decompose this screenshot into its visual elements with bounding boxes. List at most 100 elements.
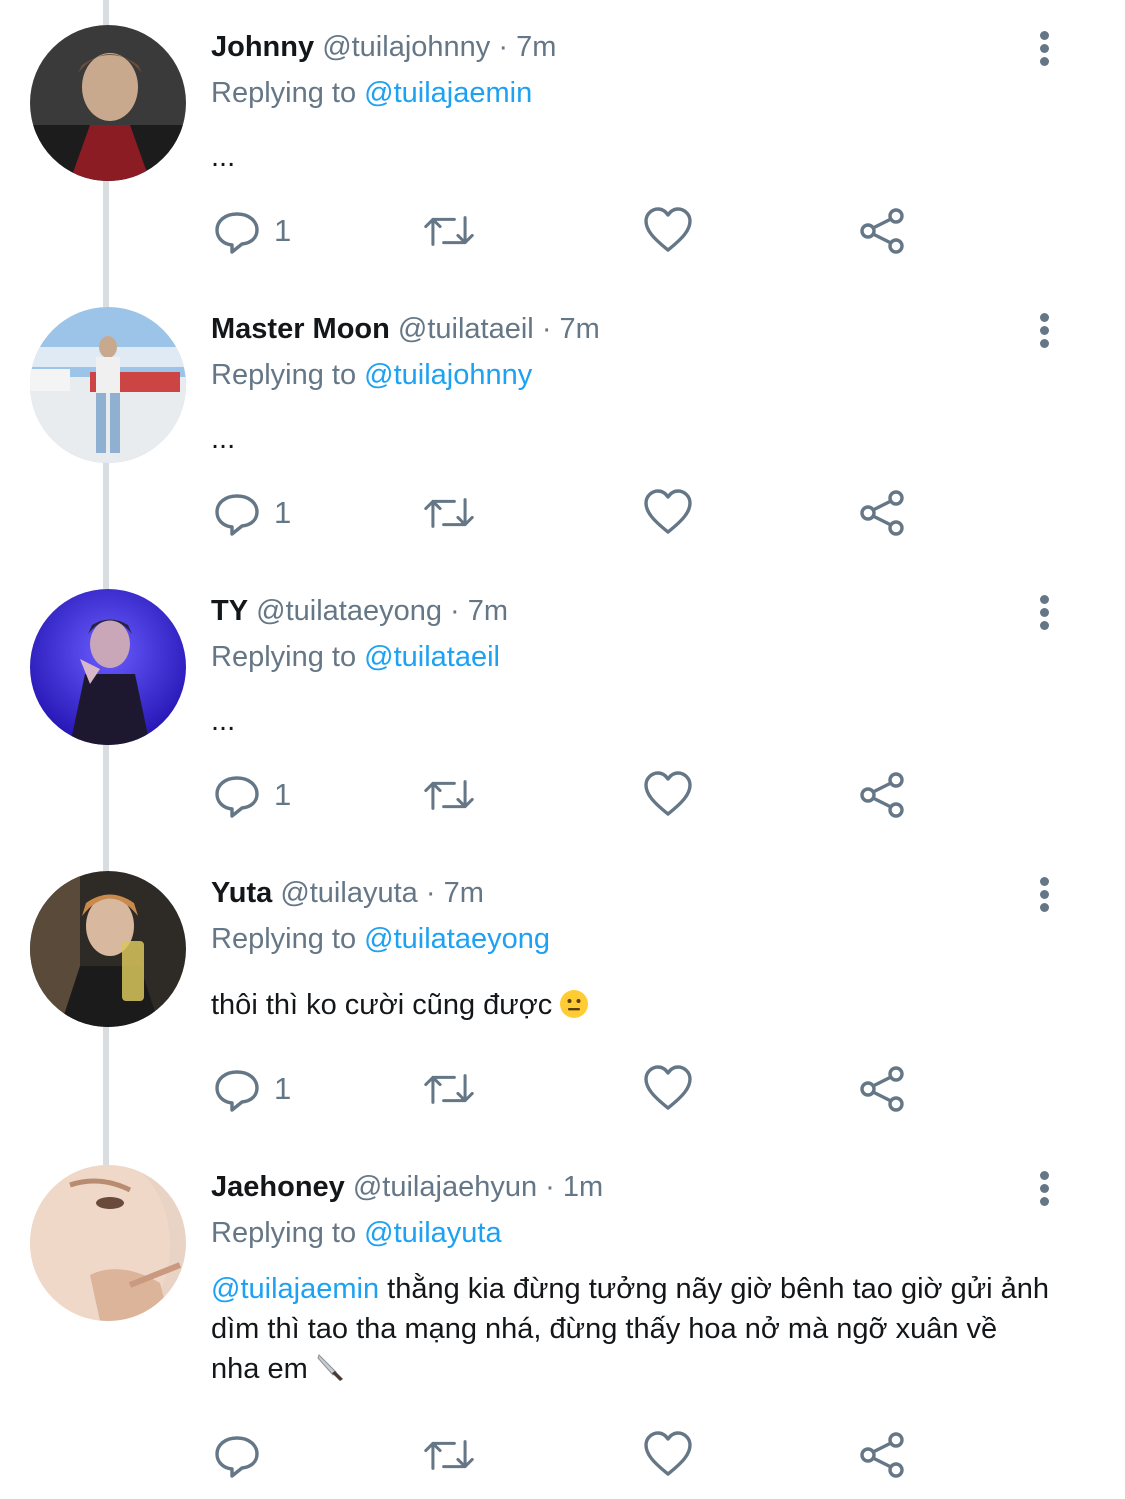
share-button[interactable]	[858, 1063, 908, 1115]
heart-icon	[644, 1431, 692, 1476]
reply-count: 1	[274, 213, 292, 248]
like-button[interactable]	[643, 1063, 693, 1115]
share-icon	[860, 772, 904, 818]
timestamp[interactable]: 7m	[444, 877, 484, 909]
timestamp[interactable]: 7m	[560, 313, 600, 345]
share-icon	[860, 1066, 904, 1112]
more-vertical-icon[interactable]	[1031, 1171, 1057, 1211]
replying-to-link[interactable]: @tuilataeil	[364, 641, 500, 673]
tweet-text: ...	[211, 141, 236, 173]
avatar[interactable]	[30, 307, 186, 463]
tweet-header: Master Moon @tuilataeil · 7m	[211, 313, 600, 346]
reply-button[interactable]: 1	[212, 769, 291, 821]
replying-to-link[interactable]: @tuilayuta	[364, 1217, 501, 1249]
more-vertical-icon[interactable]	[1031, 31, 1057, 71]
tweet-item[interactable]: Yuta @tuilayuta · 7m Replying to @tuilat…	[0, 871, 1125, 1141]
display-name[interactable]: Johnny	[211, 31, 314, 63]
replying-to-line: Replying to @tuilataeil	[211, 641, 500, 674]
retweet-icon	[424, 498, 474, 528]
like-button[interactable]	[643, 487, 693, 539]
retweet-button[interactable]	[424, 1429, 474, 1481]
reply-button[interactable]	[212, 1429, 274, 1481]
tweet-item[interactable]: TY @tuilataeyong · 7m Replying to @tuila…	[0, 589, 1125, 849]
retweet-button[interactable]	[424, 487, 474, 539]
separator: ·	[425, 877, 436, 909]
avatar[interactable]	[30, 589, 186, 745]
tweet-item[interactable]: Jaehoney @tuilajaehyun · 1m Replying to …	[0, 1165, 1125, 1499]
tweet-header: Yuta @tuilayuta · 7m	[211, 877, 484, 910]
like-button[interactable]	[643, 769, 693, 821]
tweet-header: Jaehoney @tuilajaehyun · 1m	[211, 1171, 603, 1204]
like-button[interactable]	[643, 1429, 693, 1481]
reply-bubble-icon	[215, 1070, 259, 1112]
more-vertical-icon[interactable]	[1031, 313, 1057, 353]
separator: ·	[498, 31, 509, 63]
tweet-text: thôi thì ko cười cũng được	[211, 989, 553, 1021]
separator: ·	[541, 313, 552, 345]
replying-to-link[interactable]: @tuilajaemin	[364, 77, 532, 109]
replying-to-link[interactable]: @tuilataeyong	[364, 923, 550, 955]
reply-button[interactable]: 1	[212, 487, 291, 539]
reply-button[interactable]: 1	[212, 1063, 291, 1115]
tweet-actions	[0, 1429, 1125, 1481]
user-handle[interactable]: @tuilajohnny	[322, 31, 490, 63]
replying-to-line: Replying to @tuilataeyong	[211, 923, 550, 956]
replying-to-label: Replying to	[211, 77, 357, 109]
retweet-icon	[424, 1440, 474, 1470]
display-name[interactable]: TY	[211, 595, 248, 627]
reply-count: 1	[274, 777, 292, 812]
replying-to-link[interactable]: @tuilajohnny	[364, 359, 532, 391]
retweet-icon	[424, 1074, 474, 1104]
replying-to-label: Replying to	[211, 641, 357, 673]
user-handle[interactable]: @tuilayuta	[280, 877, 417, 909]
reply-bubble-icon	[215, 776, 259, 818]
heart-icon	[644, 1065, 692, 1110]
retweet-icon	[424, 780, 474, 810]
share-icon	[860, 490, 904, 536]
more-vertical-icon[interactable]	[1031, 877, 1057, 917]
display-name[interactable]: Master Moon	[211, 313, 390, 345]
user-handle[interactable]: @tuilataeyong	[256, 595, 442, 627]
tweet-item[interactable]: Master Moon @tuilataeil · 7m Replying to…	[0, 307, 1125, 567]
retweet-button[interactable]	[424, 769, 474, 821]
heart-icon	[644, 771, 692, 816]
thread-line	[103, 0, 109, 25]
tweet-actions: 1	[0, 769, 1125, 821]
tweet-text: ...	[211, 705, 236, 737]
tweet-item[interactable]: Johnny @tuilajohnny · 7m Replying to @tu…	[0, 25, 1125, 285]
user-handle[interactable]: @tuilataeil	[398, 313, 534, 345]
reply-bubble-icon	[215, 1436, 259, 1478]
reply-bubble-icon	[215, 212, 259, 254]
share-button[interactable]	[858, 1429, 908, 1481]
timestamp[interactable]: 7m	[516, 31, 556, 63]
user-handle[interactable]: @tuilajaehyun	[353, 1171, 537, 1203]
share-button[interactable]	[858, 769, 908, 821]
avatar[interactable]	[30, 871, 186, 1027]
separator: ·	[450, 595, 460, 627]
retweet-button[interactable]	[424, 205, 474, 257]
avatar[interactable]	[30, 25, 186, 181]
share-button[interactable]	[858, 205, 908, 257]
replying-to-line: Replying to @tuilajohnny	[211, 359, 532, 392]
tweet-body: thôi thì ko cười cũng được	[211, 985, 1051, 1025]
avatar[interactable]	[30, 1165, 186, 1321]
neutral-face-emoji	[560, 990, 589, 1018]
timestamp[interactable]: 1m	[563, 1171, 603, 1203]
knife-emoji	[316, 1352, 346, 1382]
replying-to-label: Replying to	[211, 359, 357, 391]
reply-count: 1	[274, 495, 292, 530]
replying-to-label: Replying to	[211, 1217, 357, 1249]
retweet-button[interactable]	[424, 1063, 474, 1115]
tweet-header: Johnny @tuilajohnny · 7m	[211, 31, 556, 64]
share-button[interactable]	[858, 487, 908, 539]
reply-bubble-icon	[215, 494, 259, 536]
reply-button[interactable]: 1	[212, 205, 291, 257]
display-name[interactable]: Jaehoney	[211, 1171, 345, 1203]
tweet-actions: 1	[0, 205, 1125, 257]
timestamp[interactable]: 7m	[468, 595, 508, 627]
tweet-actions: 1	[0, 487, 1125, 539]
mention-link[interactable]: @tuilajaemin	[211, 1273, 379, 1305]
display-name[interactable]: Yuta	[211, 877, 272, 909]
like-button[interactable]	[643, 205, 693, 257]
more-vertical-icon[interactable]	[1031, 595, 1057, 635]
